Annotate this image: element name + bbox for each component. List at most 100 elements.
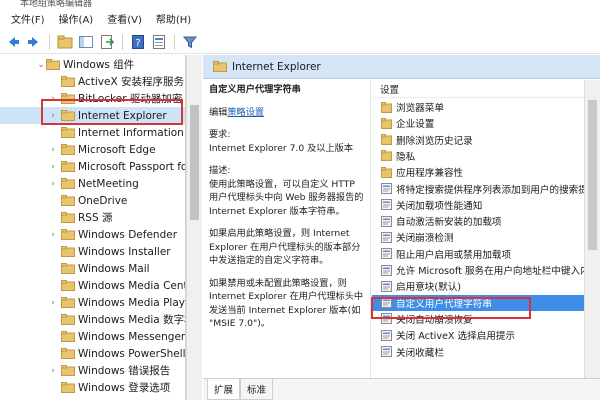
setting-label: 自动激活新安装的加载项 <box>396 217 502 229</box>
tree-item-label: Internet Information Se <box>78 126 185 139</box>
setting-label: 允许 Microsoft 服务在用户向地址栏中键入内容 <box>396 266 584 277</box>
tree-item[interactable]: Windows Messenger <box>0 328 186 345</box>
folder-icon <box>213 61 227 72</box>
tree-item-label: Microsoft Edge <box>78 143 156 156</box>
filter-icon[interactable] <box>181 33 199 51</box>
settings-folder-item[interactable]: 企业设置 <box>372 115 584 131</box>
folder-icon <box>61 246 75 257</box>
window-title: 本地组策略编辑器 <box>20 0 93 8</box>
tree-item[interactable]: Windows 登录选项 <box>0 379 185 396</box>
settings-folder-item[interactable]: 隐私 <box>372 148 584 164</box>
tree-item[interactable]: OneDrive <box>0 192 185 209</box>
settings-folder-item[interactable]: 应用程序兼容性 <box>372 164 584 180</box>
folder-icon <box>61 76 75 87</box>
policy-setting-item[interactable]: 关闭 ActiveX 选择启用提示 <box>372 327 584 343</box>
policy-setting-item[interactable]: 关闭崩溃检测 <box>372 229 584 245</box>
setting-label: 关闭崩溃检测 <box>396 233 454 245</box>
tree-item[interactable]: Internet Information Se <box>0 124 185 141</box>
svg-text:?: ? <box>135 38 140 49</box>
setting-label: 将特定搜索提供程序列表添加到用户的搜索提供 <box>396 184 584 196</box>
folder-icon <box>61 331 75 342</box>
menu-view[interactable]: 查看(V) <box>100 11 149 26</box>
settings-column-header[interactable]: 设置 <box>372 80 584 98</box>
tree-item[interactable]: › Windows 错误报告 <box>0 362 185 379</box>
expand-icon[interactable]: › <box>48 145 58 155</box>
setting-label: 应用程序兼容性 <box>396 168 464 180</box>
settings-folder-item[interactable]: 删除浏览历史记录 <box>372 132 584 148</box>
view-tabs: 扩展 标准 <box>203 378 600 400</box>
tree-item[interactable]: › Microsoft Passport for <box>0 158 185 175</box>
tree-item[interactable]: Windows Mail <box>0 260 185 277</box>
properties-icon[interactable] <box>150 33 168 51</box>
policy-setting-item[interactable]: 关闭收藏栏 <box>372 344 584 360</box>
requirements: 要求: Internet Explorer 7.0 及以上版本 <box>209 128 364 155</box>
export-icon[interactable] <box>98 33 116 51</box>
tree-item-label: Windows Media Player <box>78 296 186 309</box>
back-icon[interactable] <box>4 33 22 51</box>
toolbar-separator <box>122 33 123 50</box>
expand-icon[interactable]: › <box>48 366 58 376</box>
policy-setting-icon <box>381 280 392 292</box>
folder-icon <box>381 134 392 146</box>
tree-item[interactable]: › NetMeeting <box>0 175 185 192</box>
tree-item-label: Windows Messenger <box>78 330 186 343</box>
tree-item-windows-components[interactable]: ⌄ Windows 组件 <box>0 56 185 73</box>
tree-item[interactable]: Windows Media Center <box>0 277 185 294</box>
policy-setting-item[interactable]: 启用意块(默认) <box>372 278 584 294</box>
menu-file[interactable]: 文件(F) <box>4 11 52 26</box>
folder-icon <box>381 117 392 129</box>
tree-item-label: ActiveX 安装程序服务 <box>78 76 185 88</box>
disabled-text: 如果禁用或未配置此策略设置，则 Internet Explorer 在用户代理标… <box>209 277 364 330</box>
policy-setting-item[interactable]: 自动激活新安装的加载项 <box>372 213 584 229</box>
policy-setting-item[interactable]: 关闭加载项性能通知 <box>372 197 584 213</box>
highlight-box-tree <box>41 99 183 125</box>
tree-item-label: NetMeeting <box>78 177 139 190</box>
show-tree-icon[interactable] <box>77 33 95 51</box>
tree-item[interactable]: › Microsoft Edge <box>0 141 185 158</box>
menu-action[interactable]: 操作(A) <box>52 11 101 26</box>
policy-setting-icon <box>381 199 392 211</box>
policy-setting-item[interactable]: 允许 Microsoft 服务在用户向地址栏中键入内容 <box>372 262 584 278</box>
tree-item[interactable]: Windows PowerShell <box>0 345 185 362</box>
policy-setting-item[interactable]: 将特定搜索提供程序列表添加到用户的搜索提供 <box>372 181 584 197</box>
edit-policy-link[interactable]: 策略设置 <box>227 107 264 118</box>
folder-icon <box>61 280 75 291</box>
tree-item[interactable]: Windows Media 数字权 <box>0 311 185 328</box>
folder-icon <box>381 150 392 162</box>
tree-item[interactable]: Windows Installer <box>0 243 185 260</box>
scrollbar-thumb[interactable] <box>588 100 597 250</box>
expand-icon[interactable]: › <box>48 179 58 189</box>
folder-icon <box>61 229 75 240</box>
policy-setting-item[interactable]: 阻止用户启用或禁用加载项 <box>372 246 584 262</box>
forward-icon[interactable] <box>25 33 43 51</box>
folder-icon <box>61 178 75 189</box>
expand-icon[interactable]: › <box>48 298 58 308</box>
folder-icon <box>61 297 75 308</box>
requirements-text: Internet Explorer 7.0 及以上版本 <box>209 142 354 154</box>
expand-icon[interactable]: › <box>48 230 58 240</box>
folder-icon <box>381 101 392 113</box>
settings-scrollbar[interactable] <box>584 80 600 378</box>
tree-scrollbar[interactable] <box>186 55 202 400</box>
help-icon[interactable]: ? <box>129 33 147 51</box>
collapse-icon[interactable]: ⌄ <box>36 60 46 70</box>
menu-help[interactable]: 帮助(H) <box>149 11 198 26</box>
folder-up-icon[interactable] <box>56 33 74 51</box>
settings-list: 设置 浏览器菜单企业设置 删除浏览历史记录 隐私应用程序兼容性将特定搜索提供程序列表… <box>372 80 584 378</box>
expand-icon[interactable]: › <box>48 162 58 172</box>
folder-icon <box>61 212 75 223</box>
tree-item[interactable]: › Windows Media Player <box>0 294 186 311</box>
settings-folder-item[interactable]: 浏览器菜单 <box>372 99 584 115</box>
tree-item[interactable]: RSS 源 <box>0 209 185 226</box>
policy-setting-icon <box>381 248 392 260</box>
tree-item[interactable]: ActiveX 安装程序服务 <box>0 73 185 90</box>
tab-standard[interactable]: 标准 <box>240 379 274 400</box>
tab-extended[interactable]: 扩展 <box>207 379 241 400</box>
scrollbar-thumb[interactable] <box>190 105 199 220</box>
folder-icon <box>61 161 75 172</box>
setting-label: 阻止用户启用或禁用加载项 <box>396 249 512 261</box>
tree-item[interactable]: › Windows Defender <box>0 226 185 243</box>
policy-title: 自定义用户代理字符串 <box>209 84 301 95</box>
setting-label: 企业设置 <box>396 119 435 131</box>
setting-label: 关闭加载项性能通知 <box>396 200 483 212</box>
